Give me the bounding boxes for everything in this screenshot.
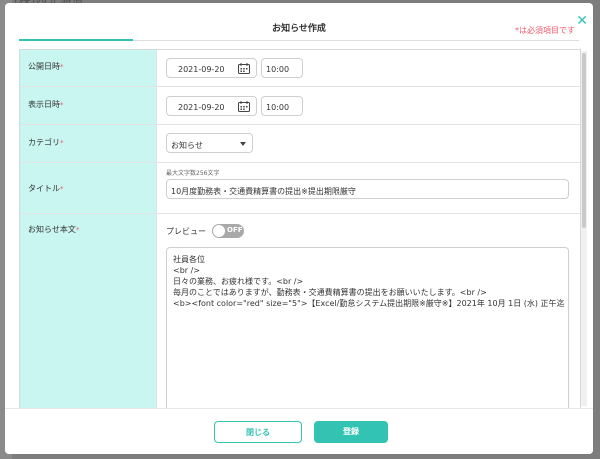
label-cell: 公開日時* <box>20 50 157 86</box>
category-select[interactable]: お知らせ <box>166 133 253 153</box>
required-note: *は必須項目です <box>515 26 575 35</box>
title-label: タイトル <box>28 184 60 193</box>
modal-title: お知らせ作成 <box>272 24 326 34</box>
display-time-input[interactable]: 10:00 <box>261 96 303 116</box>
body-line: <br /> <box>173 266 201 275</box>
title-char-limit-hint: 最大文字数256文字 <box>166 170 220 177</box>
body-textarea[interactable]: 社員各位 <br /> 日々の業務、お疲れ様です。<br /> 毎月のことではあ… <box>166 247 569 410</box>
label-cell: タイトル* <box>20 163 157 213</box>
required-mark: * <box>60 139 64 147</box>
scrollbar-thumb[interactable] <box>582 53 586 228</box>
preview-label: プレビュー <box>166 227 206 236</box>
publish-time-input[interactable]: 10:00 <box>261 58 303 78</box>
display-datetime-label: 表示日時 <box>28 100 60 109</box>
required-mark: * <box>60 63 64 71</box>
close-button[interactable]: 閉じる <box>214 421 302 443</box>
save-button[interactable]: 登録 <box>314 421 388 443</box>
label-cell: カテゴリ* <box>20 125 157 162</box>
calendar-icon[interactable] <box>238 101 250 112</box>
body-line: 毎月のことではありますが、勤務表・交通費精算書の提出をお願いいたします。<br … <box>173 288 487 297</box>
toggle-knob <box>213 225 225 237</box>
publish-datetime-label: 公開日時 <box>28 62 60 71</box>
header-divider <box>133 40 579 41</box>
required-mark: * <box>60 185 64 193</box>
modal-footer: 閉じる 登録 <box>5 408 593 454</box>
display-date-input[interactable]: 2021-09-20 <box>166 96 257 116</box>
required-mark: * <box>60 101 64 109</box>
label-cell: 表示日時* <box>20 87 157 124</box>
row-category: カテゴリ* お知らせ <box>20 125 580 163</box>
tab-underline <box>19 39 133 41</box>
preview-toggle[interactable]: OFF <box>212 224 244 238</box>
body-line: 日々の業務、お疲れ様です。<br /> <box>173 277 304 286</box>
calendar-icon[interactable] <box>238 63 250 74</box>
label-cell: お知らせ本文* <box>20 214 157 410</box>
body-label: お知らせ本文 <box>28 225 76 234</box>
body-line: <b><font color="red" size="5">【Excel/勤怠シ… <box>173 299 565 308</box>
notice-create-modal: お知らせ作成 *は必須項目です ✕ 公開日時* 2021-09-20 10:00… <box>5 3 593 454</box>
row-title: タイトル* 最大文字数256文字 10月度勤務表・交通費精算書の提出※提出期限厳… <box>20 163 580 214</box>
publish-date-input[interactable]: 2021-09-20 <box>166 58 257 78</box>
row-display-datetime: 表示日時* 2021-09-20 10:00 <box>20 87 580 125</box>
notice-form: 公開日時* 2021-09-20 10:00 表示日時* 2021-09-20 <box>19 49 581 410</box>
required-mark: * <box>75 226 80 234</box>
category-label: カテゴリ <box>28 138 60 147</box>
close-icon[interactable]: ✕ <box>576 14 588 28</box>
form-scrollbar[interactable] <box>581 51 587 406</box>
body-line: 社員各位 <box>173 255 205 264</box>
title-input[interactable]: 10月度勤務表・交通費精算書の提出※提出期限厳守 <box>166 179 569 199</box>
toggle-state: OFF <box>227 226 243 234</box>
row-publish-datetime: 公開日時* 2021-09-20 10:00 <box>20 50 580 87</box>
chevron-down-icon <box>240 142 246 146</box>
